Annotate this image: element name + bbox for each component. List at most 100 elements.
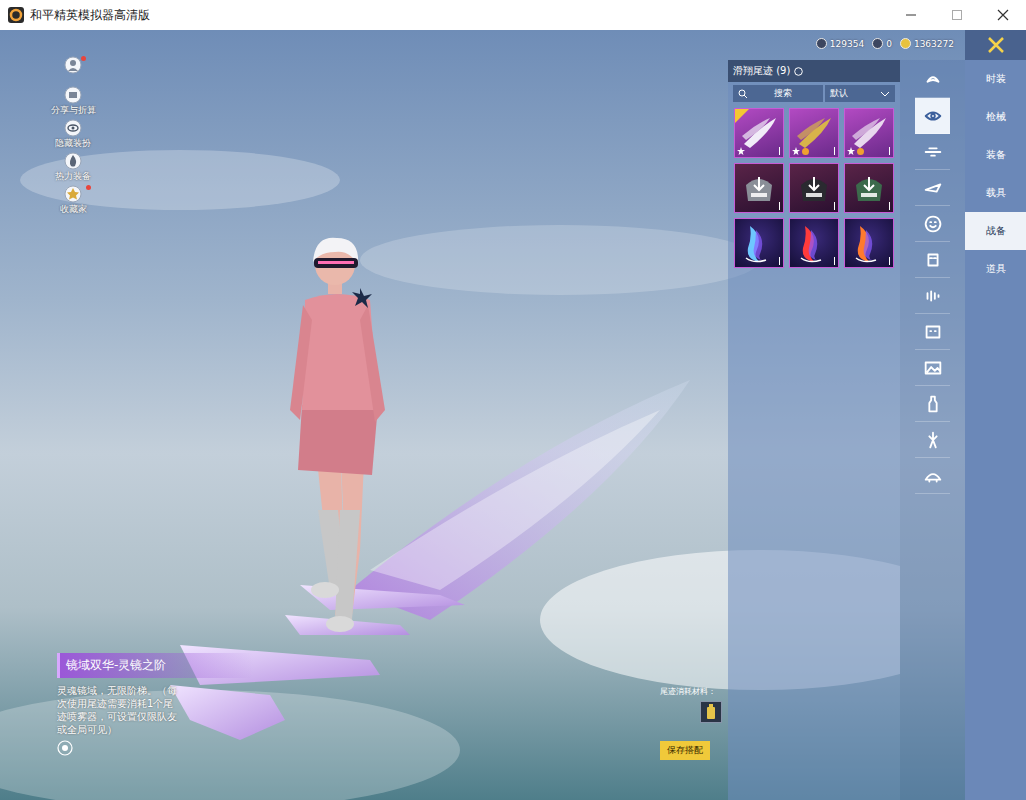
category-icon [922, 69, 944, 91]
upgrade-dot [802, 148, 809, 155]
panel-toolbar: 搜索 默认 [728, 82, 900, 105]
coin-icon [816, 38, 827, 49]
download-icon [844, 163, 894, 213]
currency: 0 [872, 38, 892, 49]
tab-column: 时装枪械装备载具战备道具 [965, 30, 1026, 800]
tab[interactable]: 载具 [965, 174, 1026, 212]
item-grid [728, 105, 900, 271]
item-card[interactable] [844, 108, 894, 158]
item-panel: 滑翔尾迹 (9) 搜索 默认 [728, 60, 900, 800]
category-button[interactable] [915, 134, 950, 170]
shortcut-label: 热力装备 [55, 170, 91, 183]
category-button[interactable] [915, 170, 950, 206]
category-button[interactable] [915, 386, 950, 422]
item-description-text: 灵魂镜域，无限阶梯。（每次使用尾迹需要消耗1个尾迹喷雾器，可设置仅限队友或全局可… [57, 684, 179, 736]
category-button[interactable] [915, 350, 950, 386]
cost-label: 尾迹消耗材料： [660, 686, 716, 697]
flame-trail-icon [844, 218, 894, 268]
currency-amount: 0 [886, 39, 892, 49]
search-field[interactable]: 搜索 [733, 85, 823, 102]
expand-icon[interactable] [57, 740, 73, 756]
spray-can-icon [700, 701, 722, 723]
coin-icon [900, 38, 911, 49]
category-icon [922, 429, 944, 451]
shortcut-button[interactable]: 分享与折算 [51, 86, 96, 117]
category-button[interactable] [915, 314, 950, 350]
info-icon[interactable] [794, 67, 803, 76]
title-bar: 和平精英模拟器高清版 [0, 0, 1026, 30]
item-card[interactable] [789, 163, 839, 213]
category-button[interactable] [915, 278, 950, 314]
category-icon [922, 141, 944, 163]
count-bar [779, 202, 780, 210]
badge-dot [81, 56, 86, 61]
item-card[interactable] [734, 108, 784, 158]
item-card[interactable] [789, 218, 839, 268]
coin-icon [872, 38, 883, 49]
eye-icon [64, 119, 82, 137]
currency-bar: 129354 0 1363272 [816, 38, 954, 49]
category-button[interactable] [915, 242, 950, 278]
count-bar [834, 257, 835, 265]
close-x-icon [986, 35, 1006, 55]
count-bar [779, 257, 780, 265]
shortcut-button[interactable] [64, 56, 82, 84]
search-placeholder: 搜索 [774, 87, 792, 100]
currency: 1363272 [900, 38, 954, 49]
flame-trail-icon [789, 218, 839, 268]
window-controls [888, 0, 1026, 30]
shortcut-button[interactable]: 收藏家 [60, 185, 87, 216]
badge-dot [86, 185, 91, 190]
category-button[interactable] [915, 458, 950, 494]
app-logo-icon [8, 7, 24, 23]
minimize-icon[interactable] [888, 0, 934, 30]
close-button[interactable] [965, 30, 1026, 60]
maximize-icon[interactable] [934, 0, 980, 30]
count-bar [889, 147, 890, 155]
panel-title: 滑翔尾迹 (9) [733, 64, 790, 78]
app-window: 和平精英模拟器高清版分享与折算隐藏装扮热力装备收藏家镜域双华-灵镜之阶灵魂镜域，… [0, 0, 1026, 800]
category-icon [922, 465, 944, 487]
item-card[interactable] [734, 218, 784, 268]
category-button[interactable] [915, 62, 950, 98]
shortcut-label: 隐藏装扮 [55, 137, 91, 150]
tab[interactable]: 枪械 [965, 98, 1026, 136]
shortcut-label: 分享与折算 [51, 104, 96, 117]
tab[interactable]: 装备 [965, 136, 1026, 174]
item-card[interactable] [844, 163, 894, 213]
count-bar [889, 257, 890, 265]
game-view: 分享与折算隐藏装扮热力装备收藏家镜域双华-灵镜之阶灵魂镜域，无限阶梯。（每次使用… [0, 30, 1026, 800]
item-card[interactable] [789, 108, 839, 158]
currency-amount: 129354 [830, 39, 864, 49]
fire-icon [64, 152, 82, 170]
scene: 分享与折算隐藏装扮热力装备收藏家镜域双华-灵镜之阶灵魂镜域，无限阶梯。（每次使用… [0, 30, 900, 800]
currency: 129354 [816, 38, 864, 49]
tab[interactable]: 道具 [965, 250, 1026, 288]
save-button[interactable]: 保存搭配 [660, 741, 710, 760]
currency-amount: 1363272 [914, 39, 954, 49]
category-icon [922, 177, 944, 199]
shortcut-button[interactable]: 热力装备 [55, 152, 91, 183]
count-bar [834, 202, 835, 210]
count-bar [779, 147, 780, 155]
download-icon [789, 163, 839, 213]
left-column: 分享与折算隐藏装扮热力装备收藏家镜域双华-灵镜之阶灵魂镜域，无限阶梯。（每次使用… [0, 30, 260, 800]
sort-dropdown[interactable]: 默认 [825, 85, 895, 102]
category-button[interactable] [915, 206, 950, 242]
download-icon [734, 163, 784, 213]
sort-value: 默认 [830, 87, 848, 100]
category-icon [922, 213, 944, 235]
tab[interactable]: 时装 [965, 60, 1026, 98]
close-icon[interactable] [980, 0, 1026, 30]
shortcut-button[interactable]: 隐藏装扮 [55, 119, 91, 150]
count-bar [834, 147, 835, 155]
window-title: 和平精英模拟器高清版 [30, 7, 150, 24]
item-card[interactable] [734, 163, 784, 213]
tab[interactable]: 战备 [965, 212, 1026, 250]
flame-trail-icon [734, 218, 784, 268]
category-button[interactable] [915, 98, 950, 134]
category-button[interactable] [915, 422, 950, 458]
item-card[interactable] [844, 218, 894, 268]
category-list [900, 60, 965, 800]
search-icon [738, 89, 748, 99]
